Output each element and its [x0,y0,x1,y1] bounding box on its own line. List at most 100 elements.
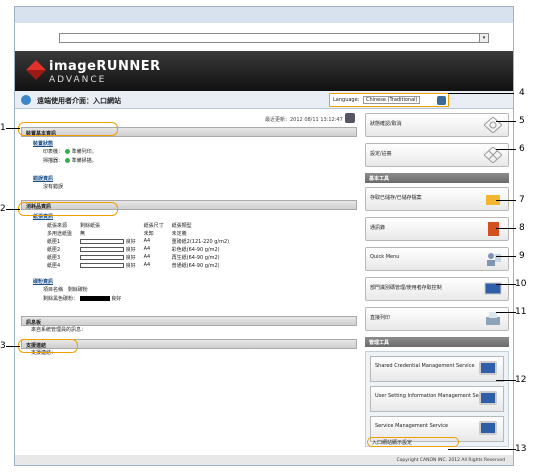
language-selector[interactable]: Language: Chinese (Traditional) [329,93,449,107]
error-info-value: 沒有錯誤 [43,184,64,190]
settings-register-label: 設定/註冊 [370,151,392,157]
toner-item-label: 剩餘黑色碳粉： [43,296,79,302]
toner-col-remaining: 剩餘碳粉 [67,287,88,293]
service-management-label: Service Management Service [375,423,449,429]
user-setting-button[interactable]: User Setting Information Management Serv… [370,386,504,412]
cell-type: 彩色紙(64-90 g/m2) [171,246,220,253]
eye-icon [484,117,502,133]
printer-label: 印表機： [43,149,64,155]
status-monitor-button[interactable]: 狀態確認/取消 [365,113,509,137]
callout-number-10: 10 [515,279,527,289]
paper-level-bar [80,238,125,244]
callout-number-3: 3 [0,341,6,351]
leader-line-3 [6,346,20,347]
language-apply-icon[interactable] [437,96,446,105]
cell-size: 未知 [143,230,154,237]
department-id-label: 部門識別碼管理/使用者存取控制 [370,285,442,291]
quick-menu-button[interactable]: Quick Menu [365,247,509,271]
book-icon [488,222,499,236]
browser-toolbar [15,7,513,23]
toner-col-item: 項目名稱 [43,287,64,293]
settings-register-button[interactable]: 設定/註冊 [365,143,509,167]
paper-level-bar [80,246,125,252]
cell-remaining: 良好 [76,245,140,253]
callout-number-1: 1 [0,123,6,133]
leader-line-2 [6,209,20,210]
cell-remaining: 良好 [76,261,140,269]
status-monitor-label: 狀態確認/取消 [370,121,402,127]
basic-tools-header: 基本工具 [365,173,509,183]
last-updated: 最近更新：2012 08/11 13:12:47 [265,117,343,123]
stored-files-button[interactable]: 存取已儲存/已儲存檔案 [365,187,509,211]
device-status-title: 裝置狀態 [33,141,54,147]
cell-size: A4 [143,246,151,252]
header-hint: ... [451,95,455,100]
direct-print-button[interactable]: 直接列印 [365,307,509,331]
brand-title: imageRUNNER [49,59,161,74]
toner-level-bar [79,296,110,301]
refresh-icon[interactable] [345,113,355,123]
leader-line-13 [448,449,516,450]
cell-size: A4 [143,238,151,244]
side-panel: 狀態確認/取消 設定/註冊 基本工具 存取已儲存/已儲存檔案 通訊錄 Quick… [365,113,509,447]
portal-display-settings-label: 入口網站顯示設定 [372,440,413,446]
paper-level-label: 良好 [125,254,136,261]
leader-line-7 [496,200,516,201]
col-type: 紙張類型 [171,222,192,229]
table-row: 紙匣3 良好 A4 再生紙(64-90 g/m2) [43,253,233,261]
management-tools-header: 管理工具 [365,337,509,347]
printer-status-row: 印表機： 準備列印。 [21,148,357,157]
main-content: 裝置基本資訊 裝置狀態 印表機： 準備列印。 掃描器： 準備掃描。 錯誤資訊 沒… [21,125,357,358]
cell-type: 重磅紙2(121-220 g/m2) [171,238,230,245]
callout-box-3 [18,339,78,353]
department-id-button[interactable]: 部門識別碼管理/使用者存取控制 [365,277,509,301]
cell-remaining: 良好 [76,237,140,245]
leader-line-11 [496,312,516,313]
callout-number-11: 11 [515,307,527,317]
table-row: 多用途紙盤 無 未知 未定義 [43,229,233,237]
direct-print-label: 直接列印 [370,315,391,321]
leader-line-8 [496,228,516,229]
paper-level-label: 良好 [125,246,136,253]
callout-number-6: 6 [519,144,525,154]
table-row: 紙匣4 良好 A4 普通紙(64-90 g/m2) [43,261,233,269]
language-select[interactable]: Chinese (Traditional) [362,96,421,104]
cell-size: A4 [143,262,151,268]
cell-source: 紙匣3 [47,254,61,261]
callout-number-2: 2 [0,204,6,214]
callout-number-12: 12 [515,375,527,385]
address-dropdown-arrow[interactable]: ▾ [479,34,488,42]
shared-credential-label: Shared Credential Management Service [375,363,475,369]
toner-status: 良好 [111,296,122,302]
toner-info-title: 碳粉資訊 [33,279,54,285]
bulletin-text: 來自系統管理員的訊息： [31,327,87,333]
page-title: 遠端使用者介面：入口網站 [37,97,121,105]
cell-remaining: 無 [80,230,86,237]
monitor-icon [479,421,497,435]
folder-icon [486,195,500,205]
brand-banner: imageRUNNER ADVANCE [15,51,513,91]
printer-status: 準備列印。 [71,149,97,155]
leader-line-12 [496,380,516,381]
monitor-icon [479,361,497,375]
cell-type: 再生紙(64-90 g/m2) [171,254,220,261]
scanner-label: 掃描器： [43,158,64,164]
portal-display-settings-link[interactable]: 入口網站顯示設定 [367,437,459,447]
cell-source: 多用途紙盤 [47,230,73,237]
cell-type: 普通紙(64-90 g/m2) [171,262,220,269]
portal-icon [21,95,31,105]
cell-source: 紙匣2 [47,246,61,253]
cell-type: 未定義 [171,230,187,237]
callout-number-8: 8 [519,223,525,233]
browser-frame: ▾ imageRUNNER ADVANCE 遠端使用者介面：入口網站 Langu… [14,6,514,466]
scanner-status: 準備掃描。 [71,158,97,164]
address-bar[interactable]: ▾ [59,33,489,43]
shared-credential-button[interactable]: Shared Credential Management Service [370,356,504,382]
address-book-button[interactable]: 通訊錄 [365,217,509,241]
address-book-label: 通訊錄 [370,225,386,231]
paper-level-label: 良好 [125,262,136,269]
brand-subtitle: ADVANCE [49,75,107,85]
table-row: 紙匣1 良好 A4 重磅紙2(121-220 g/m2) [43,237,233,245]
cell-source: 紙匣1 [47,238,61,245]
leader-line-6 [496,149,516,150]
